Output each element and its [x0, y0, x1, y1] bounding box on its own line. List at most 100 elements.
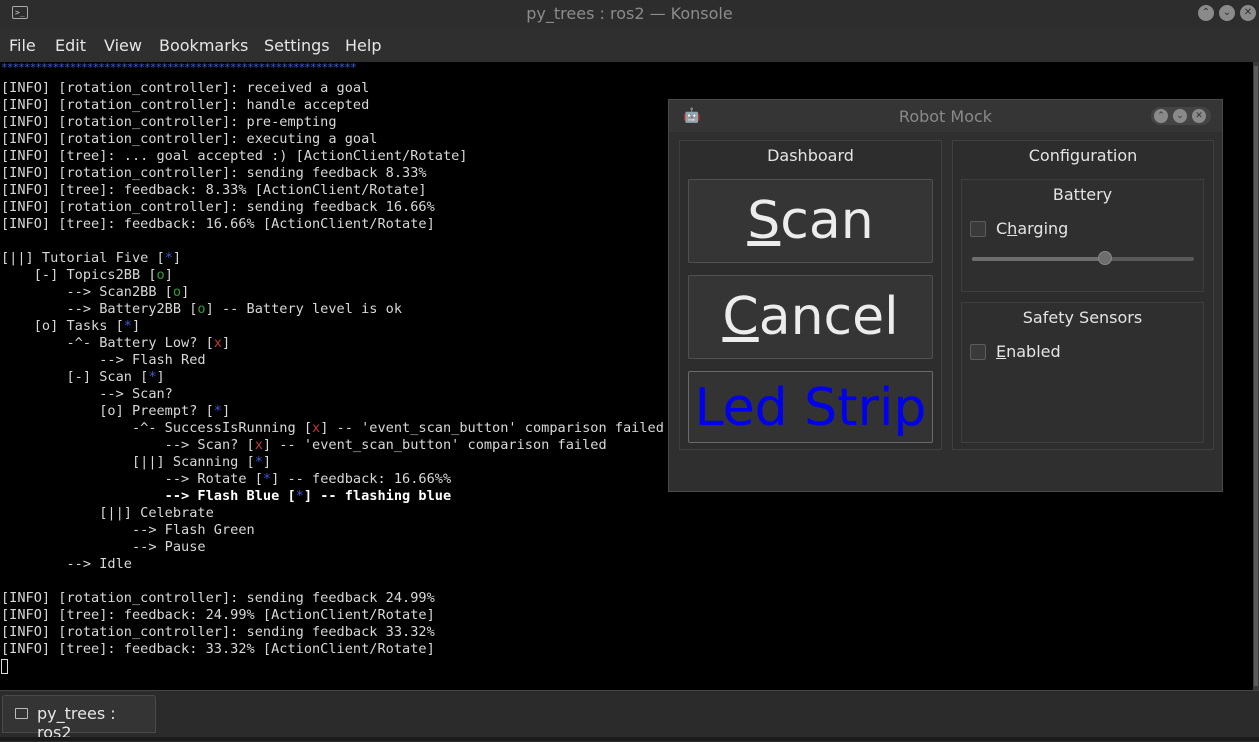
terminal-line: -^- SuccessIsRunning [x] -- 'event_scan_… — [1, 420, 664, 437]
terminal-text-segment: -^- Battery Low? [ — [1, 335, 214, 351]
terminal-text-segment: * — [295, 488, 304, 504]
terminal-text-segment: --> Flash Green — [1, 522, 255, 538]
terminal-line: [INFO] [rotation_controller]: sending fe… — [1, 624, 435, 641]
terminal-text-segment: --> Scan? [ — [1, 437, 255, 453]
terminal-line: -^- Battery Low? [x] — [1, 335, 230, 352]
terminal-line: [||] Tutorial Five [*] — [1, 250, 181, 267]
terminal-text-segment: ] -- feedback: 16.66%% — [271, 471, 452, 487]
terminal-line: --> Scan2BB [o] — [1, 284, 189, 301]
led-strip-button[interactable]: Led Strip — [688, 371, 933, 443]
terminal-line: --> Flash Red — [1, 352, 205, 369]
terminal-text-segment: [-] Topics2BB [ — [1, 267, 157, 283]
charging-label[interactable]: Charging — [996, 219, 1068, 238]
terminal-text-segment: * — [262, 471, 272, 487]
menu-settings[interactable]: Settings — [264, 36, 330, 55]
configuration-title: Configuration — [1028, 146, 1138, 165]
tab-py-trees-ros2[interactable]: py_trees : ros2 — [2, 695, 156, 742]
terminal-text-segment: x — [312, 420, 321, 436]
terminal-text-segment: [o] Tasks [ — [1, 318, 124, 334]
terminal-text-segment: [||] Celebrate — [1, 505, 214, 521]
terminal-line: [INFO] [rotation_controller]: sending fe… — [1, 590, 435, 607]
terminal-text-segment: --> Rotate [ — [1, 471, 263, 487]
terminal-text-segment: x — [254, 437, 263, 453]
enabled-checkbox[interactable] — [970, 344, 986, 360]
terminal-line: --> Scan? [x] -- 'event_scan_button' com… — [1, 437, 607, 454]
terminal-text-segment: o — [156, 267, 165, 283]
terminal-line: [INFO] [rotation_controller]: received a… — [1, 80, 369, 97]
terminal-line: --> Flash Green — [1, 522, 255, 539]
close-button[interactable]: ✕ — [1240, 5, 1256, 21]
robot-mock-window-buttons: ⌃ ⌄ ✕ — [1151, 107, 1211, 125]
safety-sensors-title: Safety Sensors — [1022, 308, 1143, 327]
terminal-text-segment: -^- SuccessIsRunning [ — [1, 420, 312, 436]
enabled-label[interactable]: Enabled — [996, 342, 1061, 361]
terminal-text-segment: --> Idle — [1, 556, 132, 572]
terminal-text-segment: ] — [172, 250, 182, 266]
menu-view[interactable]: View — [104, 36, 142, 55]
maximize-button[interactable]: ⌄ — [1219, 5, 1235, 21]
terminal-line: --> Pause — [1, 539, 206, 556]
charging-checkbox[interactable] — [970, 221, 986, 237]
terminal-text-segment: --> Flash Blue [ — [1, 488, 296, 504]
configuration-panel: Configuration Battery Charging Safety Se… — [952, 140, 1214, 450]
cancel-button-mnemonic: C — [722, 287, 759, 347]
terminal-text-segment: ] — [221, 335, 231, 351]
terminal-text-segment: [||] Tutorial Five [ — [1, 250, 165, 266]
robot-mock-title: Robot Mock — [898, 107, 993, 126]
title-bar: >_ py_trees : ros2 — Konsole ⌃ ⌄ ✕ — [0, 0, 1259, 28]
terminal-line: --> Idle — [1, 556, 132, 573]
bottom-edge — [0, 737, 1259, 741]
robot-mock-window: 🤖 Robot Mock ⌃ ⌄ ✕ Dashboard Scan Cancel… — [668, 99, 1223, 492]
menu-file[interactable]: File — [9, 36, 36, 55]
dashboard-title: Dashboard — [767, 146, 854, 165]
robot-mock-close-button[interactable]: ✕ — [1192, 109, 1206, 123]
menu-help[interactable]: Help — [345, 36, 381, 55]
terminal-line: [INFO] [tree]: feedback: 8.33% [ActionCl… — [1, 182, 427, 199]
battery-slider-handle[interactable] — [1098, 251, 1113, 265]
terminal-text-segment: [INFO] [tree]: feedback: 24.99% [ActionC… — [1, 607, 435, 623]
terminal-text-segment: * — [164, 250, 173, 266]
terminal-text-segment: ] — [164, 267, 173, 283]
terminal-text-segment: [INFO] [tree]: feedback: 16.66% [ActionC… — [1, 216, 435, 232]
terminal-text-segment: --> Battery2BB [ — [1, 301, 198, 317]
terminal-line: --> Flash Blue [*] -- flashing blue — [1, 488, 451, 505]
terminal-line: [o] Tasks [*] — [1, 318, 140, 335]
menu-bookmarks[interactable]: Bookmarks — [159, 36, 248, 55]
menubar: File Edit View Bookmarks Settings Help — [0, 28, 1259, 62]
terminal-text-segment: [INFO] [rotation_controller]: sending fe… — [1, 199, 435, 215]
terminal-line: [INFO] [rotation_controller]: handle acc… — [1, 97, 369, 114]
minimize-button[interactable]: ⌃ — [1198, 5, 1214, 21]
terminal-text-segment: [||] Scanning [ — [1, 454, 255, 470]
terminal-text-segment: --> Scan2BB [ — [1, 284, 173, 300]
terminal-text-segment: * — [148, 369, 157, 385]
robot-mock-minimize-button[interactable]: ⌃ — [1154, 109, 1168, 123]
terminal-text-segment: ] — [221, 403, 231, 419]
terminal-line: [||] Scanning [*] — [1, 454, 271, 471]
terminal-text-segment: o — [197, 301, 206, 317]
terminal-icon — [15, 708, 28, 719]
terminal-line: [INFO] [tree]: feedback: 16.66% [ActionC… — [1, 216, 435, 233]
terminal-text-segment: * — [254, 454, 263, 470]
robot-mock-maximize-button[interactable]: ⌄ — [1173, 109, 1187, 123]
terminal-scrollbar-thumb[interactable] — [1254, 66, 1258, 686]
terminal-line: [o] Preempt? [*] — [1, 403, 230, 420]
terminal-text-segment: [o] Preempt? [ — [1, 403, 214, 419]
terminal-text-segment: [INFO] [tree]: feedback: 8.33% [ActionCl… — [1, 182, 427, 198]
tab-bar: py_trees : ros2 — [0, 690, 1259, 742]
terminal-text-segment: --> Pause — [1, 539, 206, 555]
cancel-button-rest: ancel — [758, 287, 899, 347]
window-title: py_trees : ros2 — Konsole — [526, 4, 733, 23]
scan-button[interactable]: Scan — [688, 179, 933, 263]
terminal-text-segment: * — [213, 403, 222, 419]
terminal-text-segment: [INFO] [rotation_controller]: handle acc… — [1, 97, 370, 113]
cancel-button[interactable]: Cancel — [688, 275, 933, 359]
scan-button-rest: can — [780, 191, 874, 251]
terminal-text-segment: ] — [131, 318, 141, 334]
menu-edit[interactable]: Edit — [55, 36, 86, 55]
terminal-text-segment: [INFO] [rotation_controller]: sending fe… — [1, 165, 427, 181]
konsole-window: >_ py_trees : ros2 — Konsole ⌃ ⌄ ✕ File … — [0, 0, 1259, 742]
terminal-text-segment: ] — [156, 369, 165, 385]
terminal-line: [-] Scan [*] — [1, 369, 165, 386]
robot-mock-title-bar: 🤖 Robot Mock ⌃ ⌄ ✕ — [669, 100, 1222, 132]
terminal-text-segment: [INFO] [rotation_controller]: pre-emptin… — [1, 114, 337, 130]
